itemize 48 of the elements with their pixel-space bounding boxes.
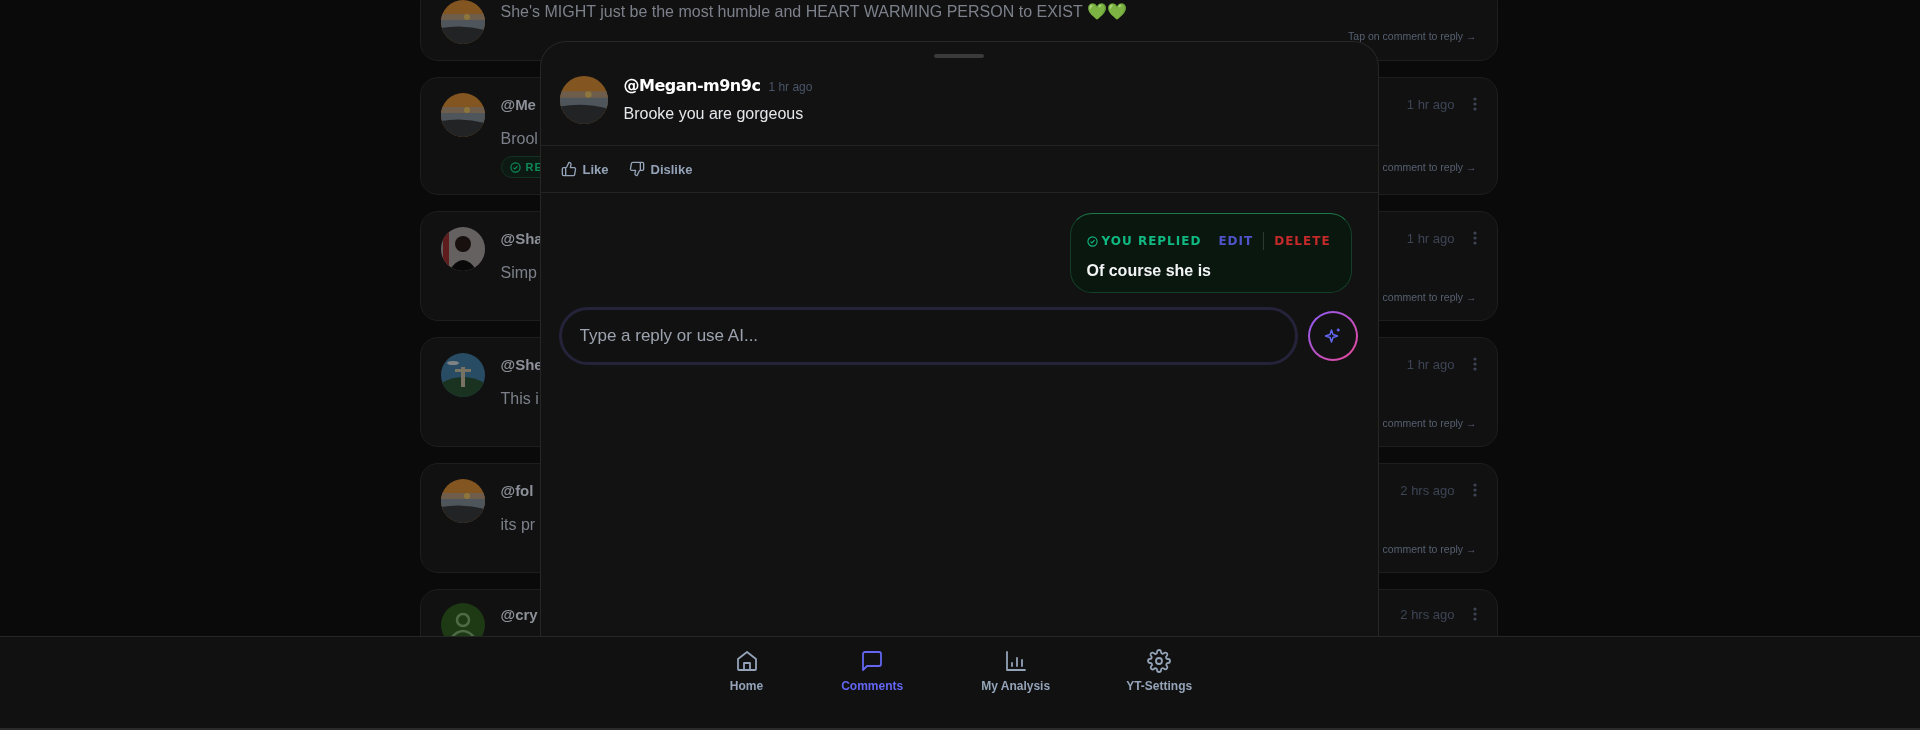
comment-text: She's MIGHT just be the most humble and HEART WARMING PERSON to EXIST 💚💚 — [500, 3, 1127, 20]
comment-time: 1 hr ago — [1406, 96, 1455, 112]
comment-time: 1 hr ago — [1406, 356, 1455, 372]
comment-text: its pr — [500, 516, 536, 533]
nav-tab[interactable]: Comments — [819, 637, 926, 728]
check-circle-icon — [1086, 235, 1098, 247]
sparkle-icon — [1323, 327, 1342, 345]
comment-text: Brooke you are gorgeous — [623, 105, 805, 123]
drag-handle[interactable] — [934, 54, 984, 58]
comment-time: 1 hr ago — [1406, 230, 1455, 246]
bar-chart-icon — [1003, 649, 1028, 673]
more-icon[interactable] — [1472, 483, 1477, 497]
reply-input[interactable]: Type a reply or use AI... — [558, 307, 1298, 365]
comment-author: @Me — [500, 95, 536, 113]
check-circle-icon — [509, 161, 521, 173]
thumbs-up-icon — [560, 161, 577, 177]
nav-tab[interactable]: YT-Settings — [1104, 637, 1215, 728]
home-icon — [734, 649, 759, 673]
dislike-button[interactable]: Dislike — [628, 161, 693, 177]
comment-text: Simp — [500, 264, 537, 281]
comment-time: 2 hrs ago — [1400, 606, 1455, 622]
reply-hint: Tap on comment to reply → — [1348, 30, 1477, 42]
more-icon[interactable] — [1472, 231, 1477, 245]
reply-hint: comment to reply → — [1382, 291, 1477, 303]
reply-text: Of course she is — [1086, 262, 1212, 280]
comment-author: @Megan-m9n9c — [623, 76, 761, 95]
nav-tab[interactable]: Home — [707, 637, 786, 728]
more-icon[interactable] — [1472, 97, 1477, 111]
thumbs-down-icon — [628, 161, 645, 177]
like-button[interactable]: Like — [560, 161, 609, 177]
comment-author: @cry — [500, 605, 538, 623]
avatar-icon — [440, 603, 485, 636]
reply-hint: comment to reply → — [1382, 417, 1477, 429]
more-icon[interactable] — [1472, 357, 1477, 371]
nav-tab[interactable]: My Analysis — [959, 637, 1073, 728]
comment-author: @fol — [500, 481, 534, 499]
reply-hint: comment to reply → — [1382, 161, 1477, 173]
settings-icon — [1147, 649, 1172, 673]
ai-button[interactable] — [1307, 311, 1358, 361]
more-icon[interactable] — [1472, 607, 1477, 621]
reply-hint: comment to reply → — [1382, 543, 1477, 555]
comment-time: 1 hr ago — [768, 80, 813, 94]
comment-author: @She — [500, 355, 543, 373]
comment-text: Brool — [500, 130, 538, 147]
comment-time: 2 hrs ago — [1400, 482, 1455, 498]
replied-status: YOU REPLIED — [1086, 234, 1202, 248]
comment-text: This i — [500, 390, 539, 407]
chat-bubble-icon — [860, 649, 885, 673]
